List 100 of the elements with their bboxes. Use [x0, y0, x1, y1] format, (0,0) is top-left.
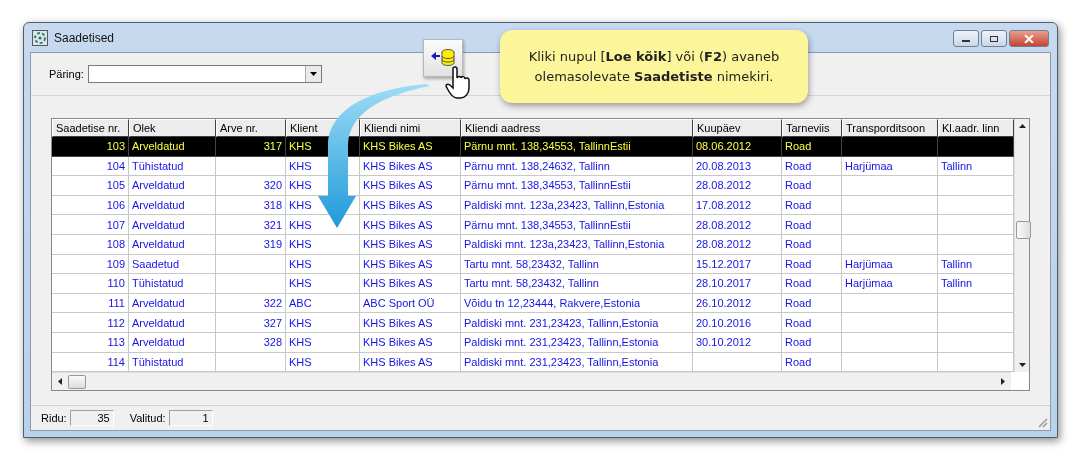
table-cell: Tühistatud — [132, 277, 184, 290]
table-cell: Võidu tn 12,23444, Rakvere,Estonia — [464, 297, 641, 310]
scroll-thumb[interactable] — [68, 374, 86, 389]
table-cell: 107 — [106, 218, 125, 231]
table-cell: Road — [785, 277, 812, 290]
dropdown-arrow-icon — [309, 72, 317, 76]
table-cell: Pärnu mnt. 138,34553, TallinnEstii — [464, 218, 631, 231]
table-cell: KHS Bikes AS — [363, 277, 433, 290]
maximize-button[interactable] — [981, 30, 1007, 47]
table-cell: ABC — [289, 297, 312, 310]
table-cell: 20.08.2013 — [696, 159, 752, 172]
column-header[interactable]: Kliendi aadress — [461, 119, 693, 137]
table-cell: Paldiski mnt. 231,23423, Tallinn,Estonia — [464, 336, 659, 349]
table-cell: 28.08.2012 — [696, 218, 752, 231]
table-cell: KHS — [289, 159, 312, 172]
close-icon — [1024, 34, 1034, 43]
table-cell: Road — [785, 297, 812, 310]
table-cell: 110 — [107, 277, 125, 290]
table-cell: Harjümaa — [845, 257, 893, 270]
table-cell: Road — [785, 238, 812, 251]
table-cell: 112 — [107, 316, 125, 329]
table-cell: Road — [785, 355, 812, 368]
table-cell: Road — [785, 140, 812, 153]
table-cell: Paldiski mnt. 231,23423, Tallinn,Estonia — [464, 316, 659, 329]
maximize-icon — [989, 34, 999, 43]
table-cell: 319 — [263, 238, 282, 251]
column-header[interactable]: Saadetise nr. — [52, 119, 129, 137]
rows-label: Ridu: — [41, 412, 67, 424]
table-row[interactable]: 113 Arveldatud 328 KHS KHS Bikes AS Paldiski mnt. 231,23423, Tallinn,Estonia 30.10.2012 Road — [52, 332, 1014, 353]
minimize-button[interactable] — [953, 30, 979, 47]
table-row[interactable]: 111 Arveldatud 322 ABC ABC Sport OÜ Võidu tn 12,23444, Rakvere,Estonia 26.10.2012 Road — [52, 293, 1014, 314]
table-cell: Road — [785, 218, 812, 231]
table-cell: KHS — [289, 199, 312, 212]
table-cell: KHS Bikes AS — [363, 140, 433, 153]
table-cell: Tallinn — [941, 159, 973, 172]
table-cell: Pärnu mnt. 138,34553, TallinnEstii — [464, 179, 631, 192]
table-cell: Road — [785, 179, 812, 192]
table-cell: Road — [785, 316, 812, 329]
scroll-thumb[interactable] — [1016, 221, 1031, 239]
database-arrow-icon — [430, 47, 456, 69]
table-cell: Arveldatud — [132, 297, 185, 310]
table-cell: Harjümaa — [845, 277, 893, 290]
table-cell: KHS Bikes AS — [363, 159, 433, 172]
table-cell: KHS Bikes AS — [363, 336, 433, 349]
table-row[interactable]: 110 Tühistatud KHS KHS Bikes AS Tartu mnt. 58,23432, Tallinn 28.10.2017 Road Harjümaa Tallinn — [52, 274, 1014, 294]
column-header[interactable]: Kliendi nimi — [360, 119, 461, 137]
table-cell: Arveldatud — [132, 316, 185, 329]
table-cell: Arveldatud — [132, 238, 185, 251]
table-cell: KHS — [289, 179, 312, 192]
table-row[interactable]: 108 Arveldatud 319 KHS KHS Bikes AS Paldiski mnt. 123a,23423, Tallinn,Estonia 28.08.2012 Road — [52, 234, 1014, 255]
table-cell: KHS Bikes AS — [363, 316, 433, 329]
table-cell: 104 — [106, 159, 125, 172]
column-header[interactable]: Tarneviis — [782, 119, 842, 137]
table-cell: KHS Bikes AS — [363, 257, 433, 270]
table-cell: 114 — [107, 355, 125, 368]
table-cell: 111 — [108, 297, 125, 310]
scroll-down-icon — [1018, 363, 1026, 368]
table-cell: Tallinn — [941, 257, 973, 270]
table-cell: 113 — [107, 336, 125, 349]
table-cell: KHS — [289, 140, 312, 153]
table-cell: KHS Bikes AS — [363, 179, 433, 192]
vertical-scrollbar[interactable] — [1014, 119, 1029, 373]
column-header[interactable]: Kuupäev — [693, 119, 782, 137]
table-cell: KHS — [289, 257, 312, 270]
table-cell: 30.10.2012 — [696, 336, 752, 349]
table-cell: Road — [785, 336, 812, 349]
table-row[interactable]: 107 Arveldatud 321 KHS KHS Bikes AS Pärnu mnt. 138,34553, TallinnEstii 28.08.2012 Road — [52, 215, 1014, 235]
table-row[interactable]: 109 Saadetud KHS KHS Bikes AS Tartu mnt. 58,23432, Tallinn 15.12.2017 Road Harjümaa Tallinn — [52, 254, 1014, 275]
table-cell: 106 — [106, 199, 125, 212]
query-dropdown[interactable] — [87, 65, 322, 83]
window-title: Saadetised — [54, 30, 115, 45]
table-cell: Arveldatud — [132, 336, 185, 349]
table-cell: 327 — [263, 316, 282, 329]
table-cell: 17.08.2012 — [696, 199, 752, 212]
scroll-right-icon — [1001, 378, 1005, 386]
table-cell: 109 — [106, 257, 125, 270]
selected-count: 1 — [168, 410, 213, 426]
table-cell: KHS Bikes AS — [363, 238, 433, 251]
table-row[interactable]: 103 Arveldatud 317 KHS KHS Bikes AS Pärnu mnt. 138,34553, TallinnEstii 08.06.2012 Road — [52, 137, 1014, 157]
column-header[interactable]: Olek — [129, 119, 216, 137]
table-cell: KHS — [289, 336, 312, 349]
table-cell: Arveldatud — [132, 199, 185, 212]
column-header[interactable]: Transporditsoon — [842, 119, 938, 137]
table-cell: 328 — [263, 336, 282, 349]
column-header[interactable]: Kl.aadr. linn — [938, 119, 1014, 137]
horizontal-scrollbar[interactable] — [52, 372, 1011, 391]
callout-text: Kliki nupul [Loe kõik] või (F2) avaneb olemasolevate Saadetiste nimekiri. — [527, 47, 781, 86]
table-cell: Saadetud — [132, 257, 180, 270]
table-cell: KHS — [289, 238, 312, 251]
table-cell: 105 — [106, 179, 125, 192]
table-cell: 322 — [263, 297, 282, 310]
column-header[interactable]: Arve nr. — [216, 119, 286, 137]
table-cell: 320 — [263, 179, 282, 192]
table-cell: KHS — [289, 316, 312, 329]
table-cell: Tallinn — [941, 277, 973, 290]
table-row[interactable]: 112 Arveldatud 327 KHS KHS Bikes AS Paldiski mnt. 231,23423, Tallinn,Estonia 20.10.2016 Road — [52, 313, 1014, 333]
table-cell: Road — [785, 199, 812, 212]
close-button[interactable] — [1009, 30, 1049, 47]
table-cell: 28.08.2012 — [696, 179, 752, 192]
table-cell: Road — [785, 159, 812, 172]
